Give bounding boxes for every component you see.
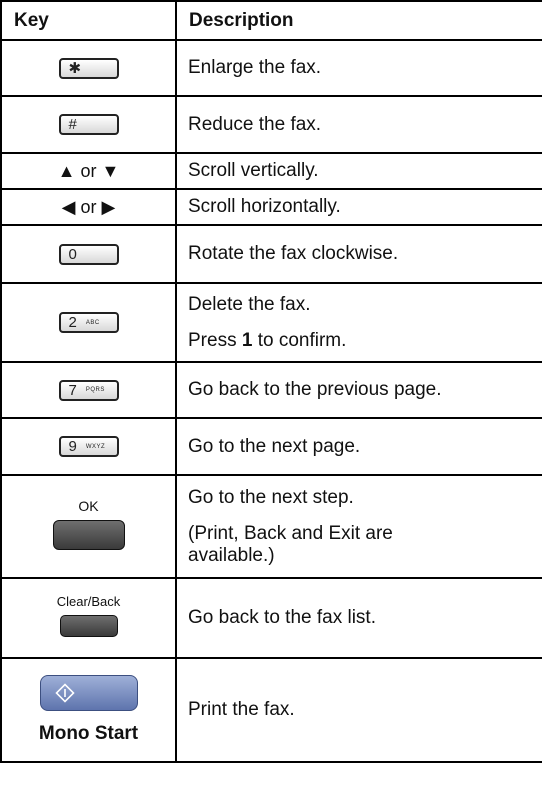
key-label: 2	[68, 314, 77, 331]
table-header-row: Key Description	[0, 0, 542, 41]
table-row: Mono Start Print the fax.	[0, 657, 542, 763]
description-text: Scroll horizontally.	[188, 196, 341, 217]
mono-start-caption: Mono Start	[38, 723, 139, 744]
description-text: Go back to the fax list.	[188, 607, 376, 628]
description-cell: Reduce the fax.	[175, 95, 542, 154]
key-cell: OK	[0, 474, 177, 579]
description-text: Go to the next page.	[188, 435, 361, 457]
mono-start-button-icon	[39, 675, 138, 711]
table-row: 9 WXYZ Go to the next page.	[0, 417, 542, 476]
description-cell: Scroll horizontally.	[175, 188, 542, 226]
description-text: Reduce the fax.	[188, 113, 322, 135]
table-row: # Reduce the fax.	[0, 95, 542, 154]
key-label: #	[68, 116, 77, 133]
table-row: 7 PQRS Go back to the previous page.	[0, 361, 542, 419]
key-cell: Mono Start	[0, 657, 177, 763]
hash-key-icon: #	[58, 114, 119, 135]
description-cell: Delete the fax. Press 1 to confirm.	[175, 282, 542, 363]
description-text: Print the fax.	[188, 699, 295, 720]
description-text: (Print, Back and Exit are available.)	[188, 522, 393, 566]
table-row: ◀ or ▶ Scroll horizontally.	[0, 188, 542, 226]
nine-wxyz-key-icon: 9 WXYZ	[58, 436, 119, 457]
description-text: Rotate the fax clockwise.	[188, 243, 399, 264]
key-label: 7	[68, 381, 77, 399]
star-key-icon: ✱	[58, 57, 119, 79]
seven-pqrs-key-icon: 7 PQRS	[58, 379, 119, 401]
description-text: Scroll vertically.	[188, 160, 319, 181]
description-text: Press 1 to confirm.	[188, 329, 347, 351]
table-row: Clear/Back Go back to the fax list.	[0, 577, 542, 659]
header-description: Description	[175, 0, 542, 41]
key-cell: 7 PQRS	[0, 361, 177, 419]
two-abc-key-icon: 2 ABC	[58, 312, 119, 333]
clear-back-caption: Clear/Back	[56, 594, 121, 609]
ok-button-icon	[52, 520, 125, 550]
key-cell: ◀ or ▶	[0, 188, 177, 226]
table-row: OK Go to the next step. (Print, Back and…	[0, 474, 542, 579]
key-cell: Clear/Back	[0, 577, 177, 659]
key-cell: ▲ or ▼	[0, 152, 177, 190]
key-sublabel: PQRS	[85, 387, 105, 393]
description-cell: Go back to the fax list.	[175, 577, 542, 659]
start-diamond-icon	[54, 683, 75, 703]
key-sublabel: WXYZ	[85, 443, 106, 450]
clear-back-button-icon	[59, 615, 118, 637]
description-cell: Rotate the fax clockwise.	[175, 224, 542, 284]
description-text: Go to the next step.	[188, 486, 354, 508]
key-description-table: Key Description ✱ Enlarge the fax. # Red…	[0, 0, 542, 763]
table-row: 0 Rotate the fax clockwise.	[0, 224, 542, 284]
table-row: 2 ABC Delete the fax. Press 1 to confirm.	[0, 282, 542, 363]
description-text: Go back to the previous page.	[188, 379, 442, 400]
up-down-arrows-icon: ▲ or ▼	[57, 160, 120, 181]
left-right-arrows-icon: ◀ or ▶	[61, 196, 116, 217]
key-cell: 2 ABC	[0, 282, 177, 363]
description-cell: Go to the next step. (Print, Back and Ex…	[175, 474, 542, 579]
key-cell: ✱	[0, 39, 177, 97]
ok-caption: OK	[78, 498, 99, 514]
table-row: ▲ or ▼ Scroll vertically.	[0, 152, 542, 190]
key-cell: #	[0, 95, 177, 154]
header-key: Key	[0, 0, 177, 41]
key-cell: 0	[0, 224, 177, 284]
description-text: Delete the fax.	[188, 293, 311, 315]
description-text: Enlarge the fax.	[188, 57, 322, 78]
zero-key-icon: 0	[58, 243, 119, 265]
description-cell: Go to the next page.	[175, 417, 542, 476]
key-label: ✱	[68, 60, 82, 77]
description-cell: Print the fax.	[175, 657, 542, 763]
description-cell: Go back to the previous page.	[175, 361, 542, 419]
description-cell: Enlarge the fax.	[175, 39, 542, 97]
description-cell: Scroll vertically.	[175, 152, 542, 190]
key-label: 0	[68, 245, 77, 263]
key-sublabel: ABC	[85, 319, 100, 326]
key-label: 9	[68, 438, 77, 455]
key-cell: 9 WXYZ	[0, 417, 177, 476]
table-row: ✱ Enlarge the fax.	[0, 39, 542, 97]
